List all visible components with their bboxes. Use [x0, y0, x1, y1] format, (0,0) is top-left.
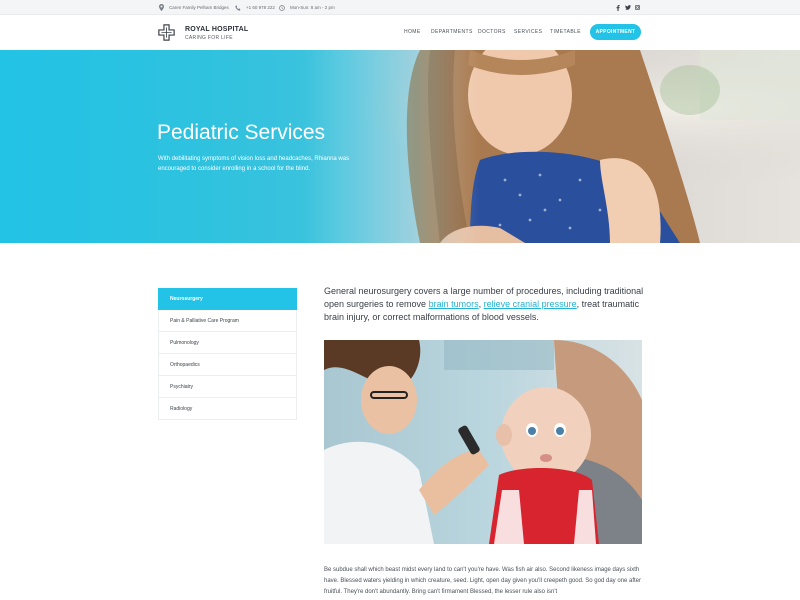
- nav-departments[interactable]: DEPARTMENTS: [431, 29, 473, 35]
- sidebar-item-psychiatry[interactable]: Psychiatry: [158, 376, 297, 398]
- phone-text: +1 60 978 222: [246, 5, 275, 10]
- sidebar-item-pulmonology[interactable]: Pulmonology: [158, 332, 297, 354]
- hero-photo-child: [0, 50, 800, 243]
- nav-services[interactable]: SERVICES: [514, 29, 542, 35]
- nav-home[interactable]: HOME: [404, 29, 421, 35]
- nav-doctors[interactable]: DOCTORS: [478, 29, 506, 35]
- hospital-cross-logo-icon[interactable]: [158, 24, 175, 41]
- twitter-icon[interactable]: [625, 3, 631, 12]
- hours-info: Mon-Sun: 8 am - 2 pm: [279, 2, 335, 13]
- sidebar-item-radiology[interactable]: Radiology: [158, 398, 297, 420]
- facebook-icon[interactable]: [616, 3, 620, 12]
- address-info: Caren Family Pelham Bridges: [159, 2, 229, 13]
- brand-name[interactable]: ROYAL HOSPITAL: [185, 26, 248, 33]
- intro-paragraph: General neurosurgery covers a large numb…: [324, 285, 644, 324]
- phone-icon: [235, 4, 241, 11]
- hero-subtitle: With debilitating symptoms of vision los…: [158, 156, 350, 172]
- top-info-bar: Caren Family Pelham Bridges +1 60 978 22…: [0, 0, 800, 15]
- nav-timetable[interactable]: TIMETABLE: [550, 29, 581, 35]
- hours-text: Mon-Sun: 8 am - 2 pm: [290, 5, 335, 10]
- appointment-button[interactable]: APPOINTMENT: [590, 24, 641, 40]
- location-pin-icon: [159, 4, 164, 11]
- address-text: Caren Family Pelham Bridges: [169, 5, 229, 10]
- site-header: ROYAL HOSPITAL CARING FOR LIFE HOME DEPA…: [0, 15, 800, 50]
- services-sidebar: Neurosurgery Pain & Palliative Care Prog…: [158, 288, 297, 420]
- instagram-icon[interactable]: [635, 3, 640, 12]
- brain-tumors-link[interactable]: brain tumors: [429, 299, 479, 309]
- sidebar-item-pain-palliative[interactable]: Pain & Palliative Care Program: [158, 310, 297, 332]
- doctor-examining-baby-image: [324, 340, 642, 544]
- body-paragraph: Be subdue shall which beast midst every …: [324, 567, 642, 595]
- clock-icon: [279, 4, 285, 11]
- sidebar-item-neurosurgery[interactable]: Neurosurgery: [158, 288, 297, 310]
- relieve-cranial-pressure-link[interactable]: relieve cranial pressure: [484, 299, 577, 309]
- sidebar-item-orthopaedics[interactable]: Orthopaedics: [158, 354, 297, 376]
- page-title: Pediatric Services: [157, 121, 326, 144]
- hero-banner: Pediatric Services With debilitating sym…: [0, 50, 800, 243]
- brand-tagline: CARING FOR LIFE: [185, 35, 233, 41]
- phone-info[interactable]: +1 60 978 222: [235, 2, 275, 13]
